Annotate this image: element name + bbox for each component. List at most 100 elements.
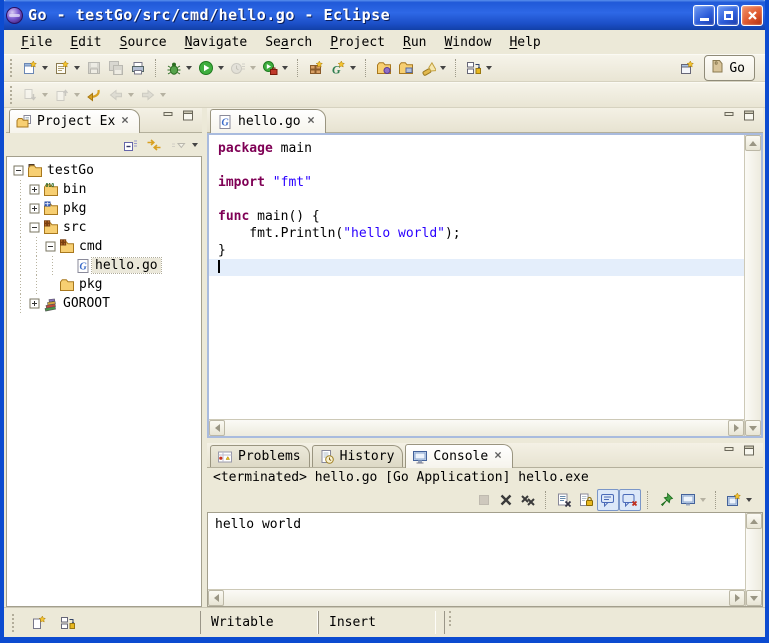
view-menu-chevron-icon[interactable]: [192, 143, 198, 147]
remove-launch-button[interactable]: [495, 489, 517, 511]
chevron-down-icon[interactable]: [74, 66, 80, 70]
menu-source[interactable]: Source: [111, 32, 176, 53]
collapse-expander-icon[interactable]: [13, 165, 24, 176]
tree-item-testgo[interactable]: testGo: [7, 161, 201, 180]
scroll-down-button[interactable]: [745, 420, 761, 436]
tree-item-cmd[interactable]: cmd: [7, 237, 201, 256]
chevron-down-icon[interactable]: [440, 66, 446, 70]
tree-item-goroot[interactable]: GOROOT: [7, 294, 201, 313]
project-tree[interactable]: testGo010binpkgsrccmdGhello.gopkgGOROOT: [6, 156, 202, 607]
scroll-right-button[interactable]: [728, 420, 744, 436]
debug-button[interactable]: [163, 57, 195, 79]
maximize-view-icon[interactable]: [742, 443, 758, 463]
chevron-down-icon[interactable]: [218, 66, 224, 70]
menu-search[interactable]: Search: [256, 32, 321, 53]
menu-run[interactable]: Run: [394, 32, 435, 53]
editor-vscrollbar[interactable]: [744, 135, 761, 436]
title-bar[interactable]: Go - testGo/src/cmd/hello.go - Eclipse: [0, 0, 769, 30]
tree-item-pkg[interactable]: pkg: [7, 199, 201, 218]
open-type-button[interactable]: [373, 57, 395, 79]
tree-item-pkg[interactable]: pkg: [7, 275, 201, 294]
expand-expander-icon[interactable]: [29, 184, 40, 195]
close-editor-icon[interactable]: [305, 114, 317, 130]
fast-view-new-button[interactable]: [28, 612, 50, 634]
chevron-down-icon[interactable]: [350, 66, 356, 70]
chevron-down-icon[interactable]: [746, 498, 752, 502]
chevron-down-icon[interactable]: [282, 66, 288, 70]
fast-view-button[interactable]: [57, 612, 79, 634]
scroll-up-button[interactable]: [745, 135, 761, 151]
display-selected-console-button[interactable]: [677, 489, 709, 511]
menu-edit[interactable]: Edit: [61, 32, 110, 53]
menu-project[interactable]: Project: [321, 32, 394, 53]
new-go-element-button[interactable]: G: [327, 57, 359, 79]
tree-item-hello-go[interactable]: Ghello.go: [7, 256, 201, 275]
eclipse-logo-icon: [6, 7, 23, 24]
open-perspective-button[interactable]: [676, 57, 698, 79]
prev-annotation-icon: [54, 87, 70, 103]
open-resource-button[interactable]: [395, 57, 417, 79]
new-go-project-button[interactable]: [305, 57, 327, 79]
menu-file[interactable]: File: [12, 32, 61, 53]
scroll-up-button[interactable]: [746, 513, 762, 529]
run-external-tools-button[interactable]: [259, 57, 291, 79]
close-button[interactable]: [741, 5, 763, 26]
tab-history[interactable]: History: [312, 445, 404, 467]
tab-console[interactable]: Console: [405, 444, 513, 468]
console-vscrollbar[interactable]: [745, 513, 762, 606]
console-output[interactable]: hello world: [208, 513, 745, 589]
minimize-editor-icon[interactable]: [722, 108, 738, 128]
close-view-icon[interactable]: [492, 449, 504, 465]
minimize-button[interactable]: [693, 5, 715, 26]
scroll-left-button[interactable]: [208, 590, 224, 606]
minimize-view-icon[interactable]: [722, 443, 738, 463]
chevron-down-icon[interactable]: [486, 66, 492, 70]
editor-hscrollbar[interactable]: [209, 419, 744, 436]
perspective-go-button[interactable]: Go: [704, 55, 755, 81]
menu-window[interactable]: Window: [435, 32, 500, 53]
last-edit-location-button[interactable]: [83, 84, 105, 106]
close-view-icon[interactable]: [119, 114, 131, 130]
maximize-editor-icon[interactable]: [742, 108, 758, 128]
minimize-view-icon[interactable]: [161, 108, 177, 128]
tab-project-explorer[interactable]: Project Ex: [9, 109, 140, 133]
tab-editor-hello-go[interactable]: G hello.go: [210, 109, 326, 133]
open-console-button[interactable]: [723, 489, 755, 511]
code-token: }: [218, 243, 226, 258]
console-hscrollbar[interactable]: [208, 589, 745, 606]
link-with-editor-button[interactable]: [143, 134, 165, 156]
code-line: [209, 157, 744, 174]
show-stderr-when-changed-button[interactable]: [619, 489, 641, 511]
tab-problems[interactable]: Problems: [210, 445, 310, 467]
tree-item-bin[interactable]: 010bin: [7, 180, 201, 199]
new-go-wizard-button[interactable]: [51, 57, 83, 79]
menu-help[interactable]: Help: [500, 32, 549, 53]
scroll-lock-button[interactable]: [575, 489, 597, 511]
expand-expander-icon[interactable]: [29, 298, 40, 309]
scroll-right-button[interactable]: [729, 590, 745, 606]
scroll-left-button[interactable]: [209, 420, 225, 436]
code-editor[interactable]: package mainimport "fmt"func main() { fm…: [209, 135, 744, 419]
history-icon: [319, 449, 336, 465]
collapse-expander-icon[interactable]: [45, 241, 56, 252]
maximize-button[interactable]: [717, 5, 739, 26]
new-wizard-button[interactable]: [19, 57, 51, 79]
search-button[interactable]: [417, 57, 449, 79]
tree-item-src[interactable]: src: [7, 218, 201, 237]
chevron-down-icon[interactable]: [186, 66, 192, 70]
collapse-expander-icon[interactable]: [29, 222, 40, 233]
expand-expander-icon[interactable]: [29, 203, 40, 214]
remove-all-terminated-button[interactable]: [517, 489, 539, 511]
clear-console-button[interactable]: [553, 489, 575, 511]
menu-navigate[interactable]: Navigate: [176, 32, 257, 53]
collapse-all-button[interactable]: [119, 134, 141, 156]
show-stdout-when-changed-button[interactable]: [597, 489, 619, 511]
fast-view-toggle-button[interactable]: [463, 57, 495, 79]
chevron-down-icon[interactable]: [42, 66, 48, 70]
maximize-view-icon[interactable]: [181, 108, 197, 128]
scroll-down-button[interactable]: [746, 590, 762, 606]
run-button[interactable]: [195, 57, 227, 79]
window-title: Go - testGo/src/cmd/hello.go - Eclipse: [28, 6, 390, 24]
pin-console-button[interactable]: [655, 489, 677, 511]
print-button[interactable]: [127, 57, 149, 79]
